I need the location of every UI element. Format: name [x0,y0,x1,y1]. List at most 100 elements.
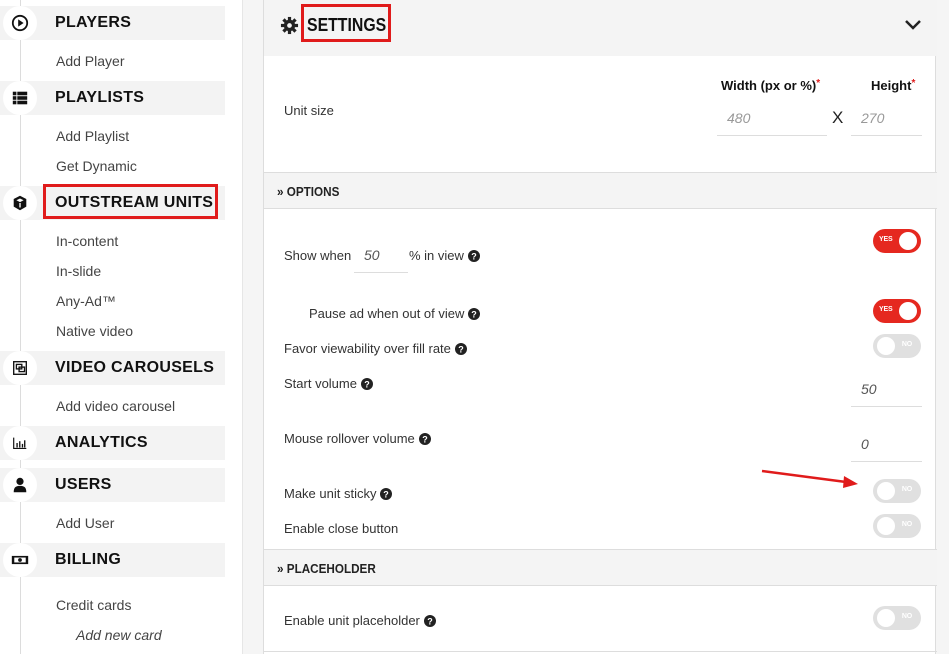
help-icon[interactable]: ? [423,615,436,630]
show-when-suffix: % in view? [409,248,480,265]
settings-panel: SETTINGS Unit size Width (px or %)* Heig… [263,0,937,654]
bar-chart-icon [3,426,37,460]
help-icon[interactable]: ? [418,433,431,448]
show-when-percent-input[interactable] [354,237,408,273]
right-gutter [936,0,949,654]
placeholder-title-text: PLACEHOLDER [286,561,376,576]
toggle-knob [899,302,917,320]
toggle-knob [877,337,895,355]
panel-divider [264,651,937,652]
highlight-box-outstream-units [43,184,218,219]
sidebar-item-add-new-card[interactable]: Add new card [76,627,162,643]
highlight-box-settings [301,4,391,42]
width-input[interactable] [717,100,827,136]
svg-text:?: ? [384,490,390,500]
placeholder-title: » PLACEHOLDER [277,561,376,576]
sidebar-section-title: USERS [55,476,112,493]
gear-icon [280,16,299,35]
list-icon [3,81,37,115]
size-separator: X [832,108,844,127]
show-when-suffix-text: % in view [409,248,464,263]
sidebar-item-add-player[interactable]: Add Player [56,53,124,69]
help-icon[interactable]: ? [467,250,480,265]
options-title-text: OPTIONS [286,184,340,199]
sidebar-section-title: PLAYERS [55,14,132,31]
sidebar-section-title: PLAYLISTS [55,89,145,106]
make-sticky-label: Make unit sticky? [284,486,393,503]
placeholder-section-header[interactable]: » PLACEHOLDER [264,549,937,586]
help-icon[interactable]: ? [468,308,481,323]
favor-viewability-label-text: Favor viewability over fill rate [284,341,451,356]
rollover-volume-label-text: Mouse rollover volume [284,431,415,446]
favor-viewability-toggle[interactable]: NO [873,334,921,358]
enable-close-label: Enable close button [284,521,399,536]
sidebar-item-in-content[interactable]: In-content [56,233,118,249]
svg-text:?: ? [458,345,464,355]
annotation-arrow-icon [761,469,858,488]
toggle-state-label: NO [901,521,912,528]
toggle-state-label: NO [901,341,912,348]
sidebar-section-title: ANALYTICS [55,434,148,451]
sidebar: PLAYERS Add Player PLAYLISTS Add Playlis… [0,0,243,654]
cube-icon [3,186,37,220]
show-when-prefix: Show when [284,248,352,263]
help-icon[interactable]: ? [454,343,467,358]
user-icon [3,468,37,502]
sidebar-item-add-video-carousel[interactable]: Add video carousel [56,398,175,414]
content-gutter [243,0,263,654]
help-icon[interactable]: ? [380,488,393,503]
show-when-toggle[interactable]: YES [873,229,921,253]
chevron-down-icon[interactable] [904,18,922,32]
enable-close-toggle[interactable]: NO [873,514,921,538]
toggle-knob [877,482,895,500]
toggle-knob [877,517,895,535]
options-title: » OPTIONS [277,184,340,199]
sidebar-item-add-user[interactable]: Add User [56,515,114,531]
money-bill-icon [3,543,37,577]
svg-text:?: ? [471,252,477,262]
make-sticky-toggle[interactable]: NO [873,479,921,503]
required-mark: * [911,78,916,89]
sidebar-section-title: VIDEO CAROUSELS [55,359,215,376]
play-circle-icon [3,6,37,40]
toggle-state-label: NO [901,486,912,493]
svg-text:?: ? [472,310,478,320]
height-input[interactable] [851,100,922,136]
enable-placeholder-toggle[interactable]: NO [873,606,921,630]
make-sticky-label-text: Make unit sticky [284,486,377,501]
unit-size-label: Unit size [284,103,334,118]
toggle-knob [899,232,917,250]
start-volume-label-text: Start volume [284,376,357,391]
sidebar-item-native-video[interactable]: Native video [56,323,133,339]
sidebar-section-title: BILLING [55,551,122,568]
sidebar-item-in-slide[interactable]: In-slide [56,263,101,279]
toggle-state-label: YES [879,236,893,243]
svg-text:?: ? [422,435,428,445]
toggle-knob [877,609,895,627]
toggle-state-label: NO [901,613,912,620]
enable-placeholder-label-text: Enable unit placeholder [284,613,420,628]
help-icon[interactable]: ? [360,378,373,393]
svg-text:?: ? [427,617,433,627]
options-section-header[interactable]: » OPTIONS [264,172,937,209]
rollover-volume-input[interactable] [851,426,922,462]
sidebar-item-any-ad[interactable]: Any-Ad™ [56,293,116,309]
favor-viewability-label: Favor viewability over fill rate? [284,341,467,358]
toggle-state-label: YES [879,306,893,313]
svg-text:?: ? [364,380,370,390]
sidebar-item-get-dynamic[interactable]: Get Dynamic [56,158,137,174]
start-volume-input[interactable] [851,371,922,407]
start-volume-label: Start volume? [284,376,373,393]
pause-ad-toggle[interactable]: YES [873,299,921,323]
enable-placeholder-label: Enable unit placeholder? [284,613,436,630]
sidebar-item-credit-cards[interactable]: Credit cards [56,597,131,613]
pause-ad-label-text: Pause ad when out of view [309,306,465,321]
required-mark: * [816,78,821,89]
height-field-label: Height* [871,78,915,93]
sidebar-item-add-playlist[interactable]: Add Playlist [56,128,129,144]
width-label-text: Width (px or %) [721,78,817,93]
width-field-label: Width (px or %)* [721,78,820,93]
carousel-icon [3,351,37,385]
height-label-text: Height [871,78,912,93]
rollover-volume-label: Mouse rollover volume? [284,431,431,448]
